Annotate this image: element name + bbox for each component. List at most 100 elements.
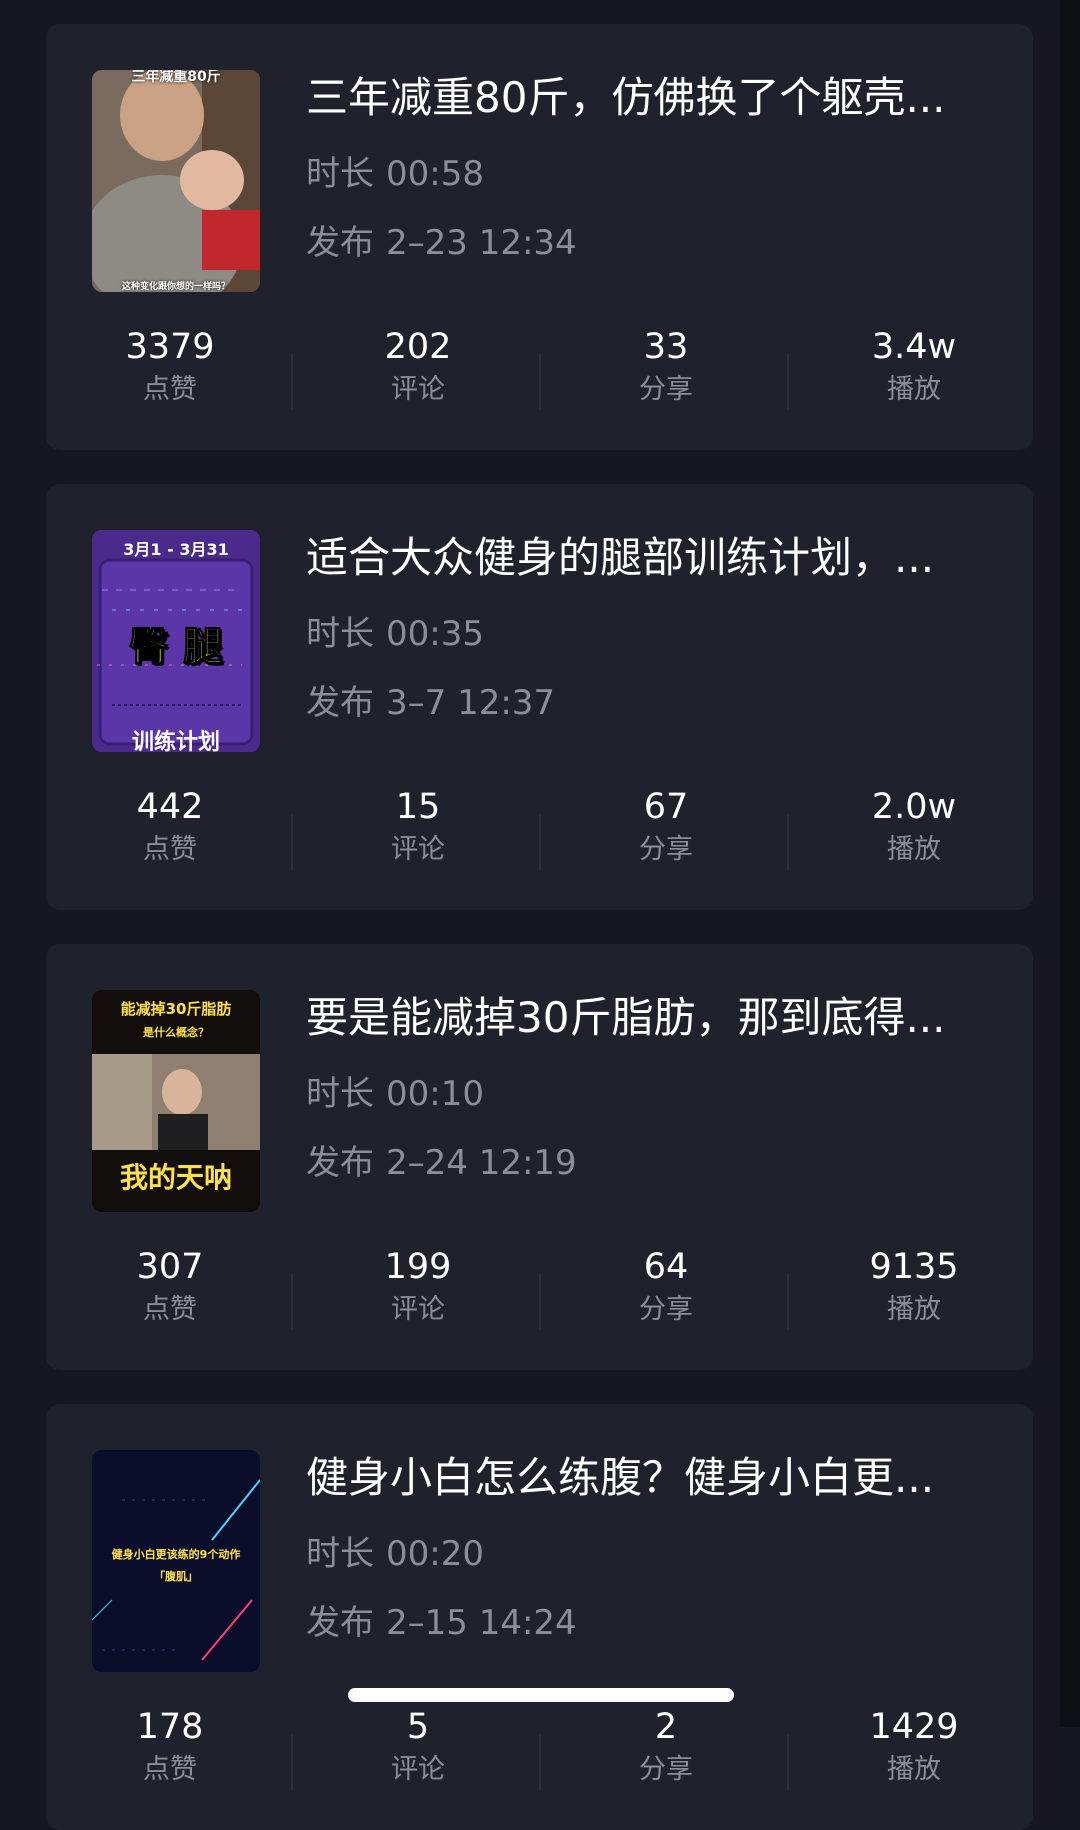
comments-label: 评论 [391,1754,445,1785]
comments-label: 评论 [391,1294,445,1325]
comments-stat: 15 评论 [294,784,542,870]
video-title[interactable]: 健身小白怎么练腹？健身小白更... [306,1450,996,1506]
video-card[interactable]: 3月1 - 3月31 臀 腿 训练计划 适合大众健身的腿部训练计划，... 时长… [46,484,1033,910]
divider [539,1734,541,1790]
likes-label: 点赞 [143,1754,197,1785]
video-title[interactable]: 适合大众健身的腿部训练计划，... [306,530,996,586]
publish-value: 2–15 14:24 [386,1603,577,1643]
thumbnail-bottom-text: 训练计划 [131,730,220,752]
thumbnail-main-text: 臀 腿 [129,624,224,671]
shares-count: 33 [643,327,689,367]
comments-count: 202 [384,327,452,367]
divider [787,1274,789,1330]
duration-label: 时长 [306,614,374,654]
likes-count: 442 [136,787,204,827]
comments-stat: 5 评论 [294,1704,542,1790]
likes-count: 3379 [125,327,215,367]
plays-count: 9135 [869,1247,959,1287]
plays-stat: 1429 播放 [790,1704,1033,1790]
likes-label: 点赞 [143,374,197,405]
video-card[interactable]: 能减掉30斤脂肪 是什么概念？ 我的天呐 要是能减掉30斤脂肪，那到底得... … [46,944,1033,1370]
likes-count: 307 [136,1247,204,1287]
screen-edge [1060,0,1080,1727]
thumbnail-top-text: 3月1 - 3月31 [123,540,229,559]
stats-row: 178 点赞 5 评论 2 分享 1429 播放 [46,1704,1033,1804]
shares-stat: 33 分享 [542,324,790,410]
plays-label: 播放 [887,1294,941,1325]
publish-value: 3–7 12:37 [386,683,556,723]
video-title[interactable]: 要是能减掉30斤脂肪，那到底得... [306,990,996,1046]
plays-stat: 2.0w 播放 [790,784,1033,870]
comments-label: 评论 [391,374,445,405]
likes-label: 点赞 [143,834,197,865]
duration-label: 时长 [306,154,374,194]
duration-value: 00:35 [386,614,484,654]
divider [787,354,789,410]
likes-stat: 442 点赞 [46,784,294,870]
shares-count: 67 [643,787,689,827]
likes-stat: 307 点赞 [46,1244,294,1330]
thumbnail-sub-text: 是什么概念？ [143,1026,209,1039]
likes-stat: 178 点赞 [46,1704,294,1790]
duration-label: 时长 [306,1534,374,1574]
publish-value: 2–23 12:34 [386,223,577,263]
comments-label: 评论 [391,834,445,865]
shares-label: 分享 [639,1754,693,1785]
plays-label: 播放 [887,834,941,865]
shares-count: 64 [643,1247,689,1287]
likes-count: 178 [136,1707,204,1747]
divider [539,1274,541,1330]
divider [787,1734,789,1790]
duration-value: 00:10 [386,1074,484,1114]
video-title[interactable]: 三年减重80斤，仿佛换了个躯壳... [306,70,996,126]
plays-label: 播放 [887,1754,941,1785]
publish-label: 发布 [306,223,374,263]
shares-stat: 67 分享 [542,784,790,870]
shares-label: 分享 [639,374,693,405]
video-thumbnail[interactable]: 健身小白更该练的9个动作 「腹肌」 [92,1450,260,1672]
divider [291,1274,293,1330]
video-thumbnail[interactable]: 3月1 - 3月31 臀 腿 训练计划 [92,530,260,752]
shares-count: 2 [654,1707,678,1747]
stats-row: 3379 点赞 202 评论 33 分享 3.4w 播放 [46,324,1033,424]
divider [291,354,293,410]
comments-stat: 199 评论 [294,1244,542,1330]
home-indicator[interactable] [348,1688,734,1702]
likes-stat: 3379 点赞 [46,324,294,410]
likes-label: 点赞 [143,1294,197,1325]
thumbnail-top-text: 能减掉30斤脂肪 [120,1000,232,1018]
thumbnail-main-text: 健身小白更该练的9个动作 [111,1548,241,1561]
publish-label: 发布 [306,683,374,723]
publish-row: 发布 2–23 12:34 [306,221,577,265]
video-card[interactable]: 健身小白更该练的9个动作 「腹肌」 健身小白怎么练腹？健身小白更... 时长 00… [46,1404,1033,1830]
divider [539,814,541,870]
shares-label: 分享 [639,834,693,865]
divider [787,814,789,870]
divider [539,354,541,410]
publish-row: 发布 2–24 12:19 [306,1141,577,1185]
video-thumbnail[interactable]: 能减掉30斤脂肪 是什么概念？ 我的天呐 [92,990,260,1212]
duration-row: 时长 00:35 [306,612,484,656]
publish-row: 发布 2–15 14:24 [306,1601,577,1645]
duration-label: 时长 [306,1074,374,1114]
plays-label: 播放 [887,374,941,405]
publish-value: 2–24 12:19 [386,1143,577,1183]
duration-row: 时长 00:58 [306,152,484,196]
shares-label: 分享 [639,1294,693,1325]
stats-row: 307 点赞 199 评论 64 分享 9135 播放 [46,1244,1033,1344]
plays-count: 3.4w [871,327,957,367]
divider [291,814,293,870]
plays-stat: 3.4w 播放 [790,324,1033,410]
publish-label: 发布 [306,1603,374,1643]
video-card[interactable]: 三年减重80斤 这种变化跟你想的一样吗？ 三年减重80斤，仿佛换了个躯壳... … [46,24,1033,450]
divider [291,1734,293,1790]
duration-value: 00:20 [386,1534,484,1574]
shares-stat: 64 分享 [542,1244,790,1330]
video-thumbnail[interactable]: 三年减重80斤 这种变化跟你想的一样吗？ [92,70,260,292]
comments-stat: 202 评论 [294,324,542,410]
plays-count: 2.0w [871,787,957,827]
stats-row: 442 点赞 15 评论 67 分享 2.0w 播放 [46,784,1033,884]
comments-count: 5 [406,1707,430,1747]
thumbnail-sub-text: 「腹肌」 [154,1570,198,1583]
comments-count: 199 [384,1247,452,1287]
